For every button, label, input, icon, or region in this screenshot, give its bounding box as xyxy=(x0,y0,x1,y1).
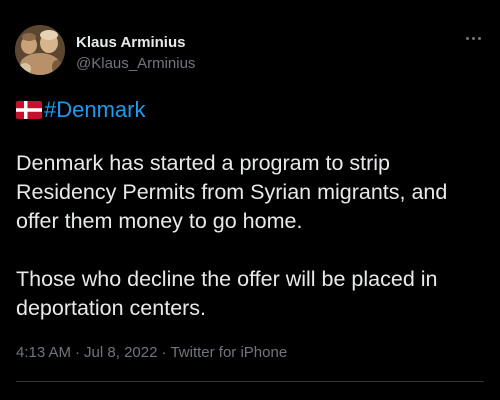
denmark-flag-icon xyxy=(16,101,42,119)
tweet-meta: 4:13 AM · Jul 8, 2022 · Twitter for iPho… xyxy=(16,344,287,361)
divider xyxy=(16,381,484,382)
author-handle[interactable]: @Klaus_Arminius xyxy=(76,55,195,72)
more-options-icon[interactable] xyxy=(460,28,486,48)
tweet-time[interactable]: 4:13 AM xyxy=(16,344,71,361)
tweet-text-paragraph: Denmark has started a program to strip R… xyxy=(16,151,448,233)
tweet: Klaus Arminius @Klaus_Arminius #Denmark … xyxy=(0,0,500,400)
author-name[interactable]: Klaus Arminius xyxy=(76,34,185,51)
avatar[interactable] xyxy=(15,25,65,75)
dot xyxy=(465,36,469,40)
meta-separator: · xyxy=(161,344,167,361)
dot xyxy=(477,36,481,40)
tweet-text-paragraph: Those who decline the offer will be plac… xyxy=(16,267,438,320)
dot xyxy=(471,36,475,40)
hashtag-line: #Denmark xyxy=(16,97,145,123)
meta-separator: · xyxy=(75,344,81,361)
tweet-client[interactable]: Twitter for iPhone xyxy=(170,344,287,361)
hashtag-link[interactable]: #Denmark xyxy=(44,97,145,123)
tweet-date[interactable]: Jul 8, 2022 xyxy=(84,344,157,361)
